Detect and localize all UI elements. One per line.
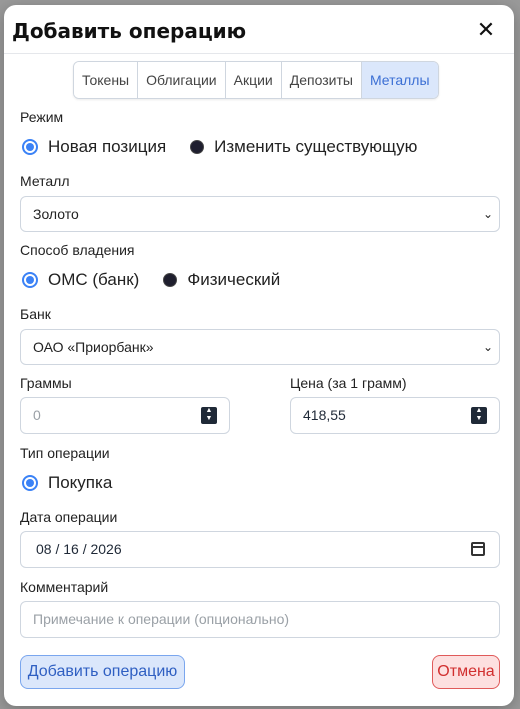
add-operation-button[interactable]: Добавить операцию: [20, 655, 185, 689]
metal-label: Металл: [20, 173, 70, 189]
mode-option-edit-label: Изменить существующую: [214, 137, 418, 156]
ownership-option-oms[interactable]: ОМС (банк): [22, 270, 139, 290]
ownership-option-physical-label: Физический: [187, 270, 281, 289]
tab-stocks[interactable]: Акции: [225, 62, 282, 98]
modal-header: Добавить операцию ✕: [12, 17, 502, 47]
radio-checked-icon[interactable]: [22, 475, 38, 491]
op-type-option-buy-label: Покупка: [48, 473, 113, 492]
comment-input[interactable]: Примечание к операции (опционально): [20, 601, 500, 638]
add-operation-modal: Добавить операцию ✕ Токены Облигации Акц…: [4, 5, 514, 706]
bank-select[interactable]: ОАО «Приорбанк» ⌄: [20, 329, 500, 365]
modal-title: Добавить операцию: [12, 19, 247, 43]
asset-tabs: Токены Облигации Акции Депозиты Металлы: [73, 61, 439, 99]
cancel-button[interactable]: Отмена: [432, 655, 500, 689]
ownership-radio-group: ОМС (банк) Физический: [22, 270, 304, 290]
price-value: 418,55: [303, 407, 346, 423]
mode-option-edit[interactable]: Изменить существующую: [190, 137, 417, 157]
mode-radio-group: Новая позиция Изменить существующую: [22, 137, 441, 157]
calendar-icon[interactable]: [471, 542, 485, 556]
radio-checked-icon[interactable]: [22, 139, 38, 155]
comment-placeholder: Примечание к операции (опционально): [33, 611, 290, 627]
ownership-label: Способ владения: [20, 242, 135, 258]
op-type-label: Тип операции: [20, 445, 110, 461]
op-type-radio-group: Покупка: [22, 473, 136, 493]
mode-option-new-label: Новая позиция: [48, 137, 167, 156]
close-icon[interactable]: ✕: [474, 19, 498, 43]
tab-deposits[interactable]: Депозиты: [281, 62, 362, 98]
radio-checked-icon[interactable]: [22, 272, 38, 288]
header-divider: [4, 53, 514, 54]
grams-label: Граммы: [20, 375, 72, 391]
price-input[interactable]: 418,55 ▲ ▼: [290, 397, 500, 434]
metal-select[interactable]: Золото ⌄: [20, 196, 500, 232]
date-label: Дата операции: [20, 509, 118, 525]
date-input[interactable]: 08 / 16 / 2026: [20, 531, 500, 568]
mode-option-new[interactable]: Новая позиция: [22, 137, 166, 157]
op-type-option-buy[interactable]: Покупка: [22, 473, 112, 493]
metal-select-value: Золото: [33, 206, 79, 222]
ownership-option-physical[interactable]: Физический: [163, 270, 280, 290]
bank-select-value: ОАО «Приорбанк»: [33, 339, 154, 355]
tab-bonds[interactable]: Облигации: [138, 62, 226, 98]
mode-label: Режим: [20, 109, 64, 125]
price-label: Цена (за 1 грамм): [290, 375, 407, 391]
ownership-option-oms-label: ОМС (банк): [48, 270, 140, 289]
tab-tokens[interactable]: Токены: [74, 62, 139, 98]
bank-label: Банк: [20, 306, 51, 322]
grams-placeholder: 0: [33, 407, 41, 423]
radio-unchecked-icon[interactable]: [163, 273, 178, 287]
comment-label: Комментарий: [20, 579, 109, 595]
stepper-icon[interactable]: ▲ ▼: [471, 407, 487, 424]
date-value: 08 / 16 / 2026: [36, 541, 122, 557]
chevron-down-icon: ⌄: [482, 207, 493, 221]
grams-input[interactable]: 0 ▲ ▼: [20, 397, 230, 434]
chevron-down-icon: ⌄: [482, 340, 493, 354]
tab-metals[interactable]: Металлы: [361, 62, 438, 98]
stepper-icon[interactable]: ▲ ▼: [201, 407, 217, 424]
radio-unchecked-icon[interactable]: [190, 140, 205, 154]
